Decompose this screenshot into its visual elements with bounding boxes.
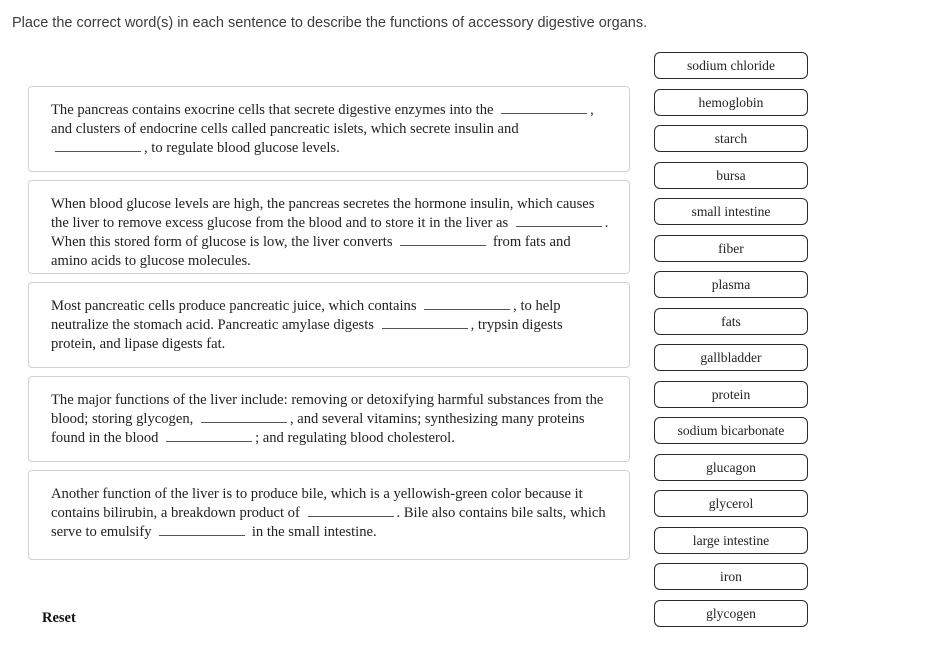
answer-blank[interactable] [307,504,394,517]
word-chip[interactable]: protein [654,380,808,408]
reset-button[interactable]: Reset [42,610,76,627]
word-chip[interactable]: fiber [654,234,808,262]
page-title: Place the correct word(s) in each senten… [12,15,648,31]
word-bank: sodium chloride hemoglobin starch bursa smal… [654,52,808,636]
answer-blank[interactable] [501,101,588,114]
word-chip[interactable]: hemoglobin [654,88,808,116]
word-chip[interactable]: sodium chloride [654,52,808,79]
answer-blank[interactable] [55,139,141,152]
question-text-segment: The pancreas contains exocrine cells tha… [51,102,498,118]
answer-blank[interactable] [424,297,511,310]
question-text-segment: Most pancreatic cells produce pancreatic… [51,298,421,314]
word-chip[interactable]: large intestine [654,526,808,554]
answer-blank[interactable] [381,316,468,329]
word-chip[interactable]: gallbladder [654,344,808,371]
question-box[interactable]: The major functions of the liver include… [28,376,630,462]
question-text: When blood glucose levels are high, the … [51,195,609,271]
question-text: The pancreas contains exocrine cells tha… [51,101,609,158]
word-chip[interactable]: small intestine [654,198,808,225]
word-chip[interactable]: sodium bicarbonate [654,417,808,444]
answer-blank[interactable] [515,214,602,227]
question-text-segment: , to regulate blood glucose levels. [144,140,340,156]
word-chip[interactable]: starch [654,125,808,152]
question-box[interactable]: Most pancreatic cells produce pancreatic… [28,282,630,368]
question-text: The major functions of the liver include… [51,391,609,448]
answer-blank[interactable] [166,429,253,442]
word-chip[interactable]: fats [654,307,808,335]
question-box[interactable]: Another function of the liver is to prod… [28,470,630,560]
word-chip[interactable]: iron [654,563,808,590]
answer-blank[interactable] [400,233,487,246]
word-chip[interactable]: glucagon [654,453,808,481]
question-text-segment: When blood glucose levels are high, the … [51,196,595,231]
question-text: Most pancreatic cells produce pancreatic… [51,297,609,354]
question-text-segment: in the small intestine. [248,524,377,540]
question-box[interactable]: When blood glucose levels are high, the … [28,180,630,274]
word-chip[interactable]: glycerol [654,490,808,517]
question-list: The pancreas contains exocrine cells tha… [28,86,630,568]
question-text: Another function of the liver is to prod… [51,485,609,542]
word-chip[interactable]: glycogen [654,599,808,627]
question-text-segment: ; and regulating blood cholesterol. [255,430,455,446]
word-chip[interactable]: bursa [654,161,808,189]
answer-blank[interactable] [159,523,246,536]
answer-blank[interactable] [200,410,287,423]
question-box[interactable]: The pancreas contains exocrine cells tha… [28,86,630,172]
word-chip[interactable]: plasma [654,271,808,298]
